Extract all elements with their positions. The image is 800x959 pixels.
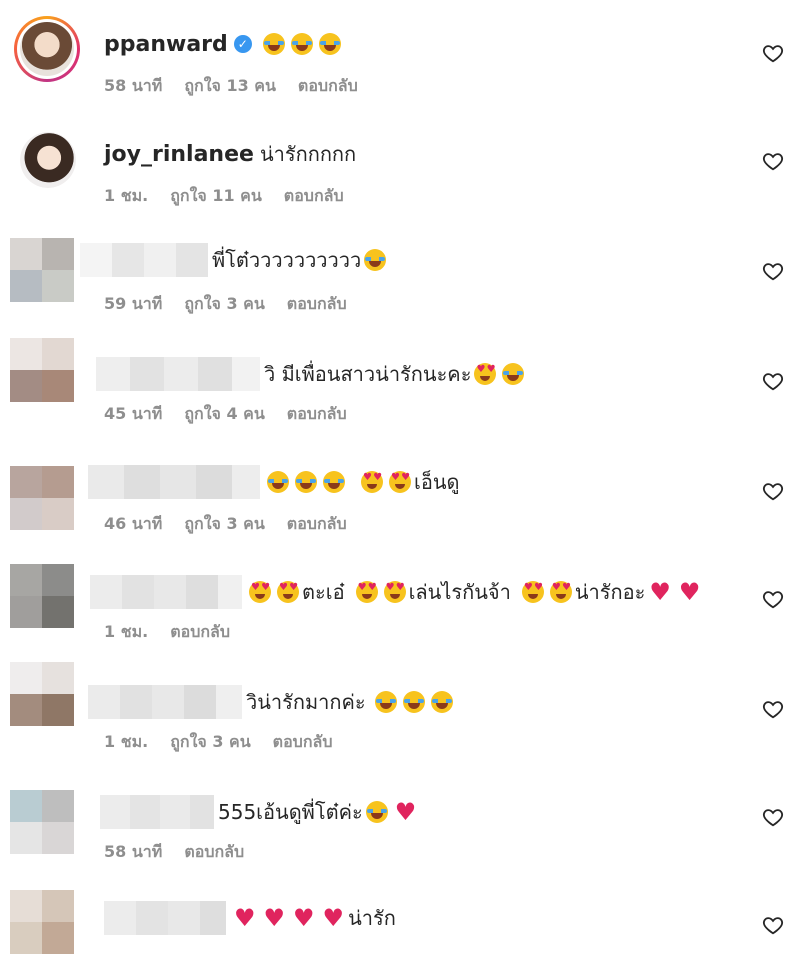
comment-likes[interactable]: ถูกใจ 4 คน — [184, 402, 264, 427]
laughing-emoji-icon — [323, 471, 345, 493]
heart-eyes-emoji-icon — [249, 581, 271, 603]
username-blurred[interactable] — [104, 901, 226, 935]
comment-item: joy_rinlanee น่ารักกกกก 1 ชม. ถูกใจ 11 ค… — [0, 110, 800, 220]
red-heart-emoji-icon: ♥ — [263, 904, 286, 932]
heart-outline-icon[interactable] — [762, 260, 784, 282]
avatar[interactable] — [20, 132, 76, 188]
laughing-emoji-icon — [295, 471, 317, 493]
comment-text: น่ารัก — [348, 906, 396, 930]
username-blurred[interactable] — [90, 575, 242, 609]
comment-text-segment: น่ารักอะ — [574, 580, 646, 604]
reply-button[interactable]: ตอบกลับ — [298, 74, 358, 99]
red-heart-emoji-icon: ♥ — [234, 904, 256, 932]
username-blurred[interactable] — [100, 795, 214, 829]
comment-item: เอ็นดู 46 นาที ถูกใจ 3 คน ตอบกลับ — [0, 440, 800, 550]
comment-item: วิ มีเพื่อนสาวน่ารักนะคะ 45 นาที ถูกใจ 4… — [0, 330, 800, 440]
username-blurred[interactable] — [96, 357, 260, 391]
comment-list: ppanward ✓ 58 นาที ถูกใจ 13 คน ตอบกลับ j… — [0, 0, 800, 959]
heart-outline-icon[interactable] — [762, 698, 784, 720]
avatar-blurred[interactable] — [10, 890, 74, 954]
heart-outline-icon[interactable] — [762, 588, 784, 610]
heart-eyes-emoji-icon — [355, 581, 378, 603]
red-heart-emoji-icon: ♥ — [394, 798, 417, 826]
laughing-emoji-icon — [262, 33, 285, 55]
comment-username[interactable]: ppanward — [104, 32, 228, 57]
comment-time[interactable]: 58 นาที — [104, 74, 162, 99]
reply-button[interactable]: ตอบกลับ — [184, 840, 244, 865]
comment-item: วิน่ารักมากค่ะ 1 ชม. ถูกใจ 3 คน ตอบกลับ — [0, 660, 800, 770]
comment-likes[interactable]: ถูกใจ 3 คน — [170, 730, 250, 755]
laughing-emoji-icon — [365, 801, 388, 823]
red-heart-emoji-icon: ♥ — [649, 578, 671, 606]
heart-outline-icon[interactable] — [762, 42, 784, 64]
comment-text: 555เอ้นดูพี่โต๋ค่ะ — [218, 800, 363, 824]
comment-likes[interactable]: ถูกใจ 3 คน — [184, 512, 264, 537]
comment-text: วิ มีเพื่อนสาวน่ารักนะคะ — [264, 362, 472, 386]
heart-eyes-emoji-icon — [474, 363, 497, 385]
avatar-blurred[interactable] — [10, 338, 74, 402]
comment-text-segment: ตะเอ๋ — [302, 580, 345, 604]
red-heart-emoji-icon: ♥ — [678, 578, 701, 606]
laughing-emoji-icon — [318, 33, 341, 55]
username-blurred[interactable] — [80, 243, 208, 277]
comment-likes[interactable]: ถูกใจ 13 คน — [184, 74, 276, 99]
username-blurred[interactable] — [88, 685, 242, 719]
comment-item: ♥ ♥ ♥ ♥ น่ารัก — [0, 880, 800, 959]
comment-item: พี่โต๋วววววววววว 59 นาที ถูกใจ 3 คน ตอบก… — [0, 220, 800, 330]
comment-item: ppanward ✓ 58 นาที ถูกใจ 13 คน ตอบกลับ — [0, 0, 800, 110]
heart-outline-icon[interactable] — [762, 370, 784, 392]
heart-eyes-emoji-icon — [389, 471, 411, 493]
comment-text-segment: เล่นไรกันจ้า — [408, 580, 511, 604]
comment-text: เอ็นดู — [414, 470, 460, 494]
laughing-emoji-icon — [374, 691, 397, 713]
avatar[interactable] — [14, 16, 80, 82]
avatar-blurred[interactable] — [10, 662, 74, 726]
heart-eyes-emoji-icon — [277, 581, 299, 603]
comment-text: วิน่ารักมากค่ะ — [246, 690, 366, 714]
avatar-blurred[interactable] — [10, 790, 74, 854]
reply-button[interactable]: ตอบกลับ — [273, 730, 333, 755]
avatar-blurred[interactable] — [10, 466, 74, 530]
laughing-emoji-icon — [267, 471, 289, 493]
comment-time[interactable]: 45 นาที — [104, 402, 162, 427]
heart-outline-icon[interactable] — [762, 150, 784, 172]
heart-outline-icon[interactable] — [762, 914, 784, 936]
red-heart-emoji-icon: ♥ — [293, 904, 315, 932]
laughing-emoji-icon — [430, 691, 453, 713]
avatar-blurred[interactable] — [10, 564, 74, 628]
heart-eyes-emoji-icon — [549, 581, 572, 603]
comment-time[interactable]: 1 ชม. — [104, 184, 148, 209]
heart-eyes-emoji-icon — [383, 581, 406, 603]
avatar-blurred[interactable] — [10, 238, 74, 302]
comment-likes[interactable]: ถูกใจ 3 คน — [184, 292, 264, 317]
reply-button[interactable]: ตอบกลับ — [287, 292, 347, 317]
heart-eyes-emoji-icon — [361, 471, 383, 493]
comment-time[interactable]: 59 นาที — [104, 292, 162, 317]
comment-time[interactable]: 1 ชม. — [104, 620, 148, 645]
comment-time[interactable]: 58 นาที — [104, 840, 162, 865]
comment-item: ตะเอ๋ เล่นไรกันจ้า น่ารักอะ ♥ ♥ 1 ชม. ตอ… — [0, 550, 800, 660]
laughing-emoji-icon — [402, 691, 425, 713]
laughing-emoji-icon — [290, 33, 313, 55]
reply-button[interactable]: ตอบกลับ — [287, 512, 347, 537]
comment-time[interactable]: 46 นาที — [104, 512, 162, 537]
reply-button[interactable]: ตอบกลับ — [170, 620, 230, 645]
verified-badge-icon: ✓ — [233, 35, 252, 53]
comment-text: น่ารักกกกก — [259, 142, 357, 166]
comment-item: 555เอ้นดูพี่โต๋ค่ะ ♥ 58 นาที ตอบกลับ — [0, 770, 800, 880]
red-heart-emoji-icon: ♥ — [322, 904, 345, 932]
reply-button[interactable]: ตอบกลับ — [284, 184, 344, 209]
comment-username[interactable]: joy_rinlanee — [104, 142, 254, 167]
laughing-emoji-icon — [502, 363, 525, 385]
heart-outline-icon[interactable] — [762, 480, 784, 502]
username-blurred[interactable] — [88, 465, 260, 499]
reply-button[interactable]: ตอบกลับ — [287, 402, 347, 427]
laughing-emoji-icon — [364, 249, 387, 271]
comment-text: พี่โต๋วววววววววว — [212, 248, 362, 272]
comment-time[interactable]: 1 ชม. — [104, 730, 148, 755]
heart-outline-icon[interactable] — [762, 806, 784, 828]
comment-likes[interactable]: ถูกใจ 11 คน — [170, 184, 262, 209]
heart-eyes-emoji-icon — [521, 581, 544, 603]
